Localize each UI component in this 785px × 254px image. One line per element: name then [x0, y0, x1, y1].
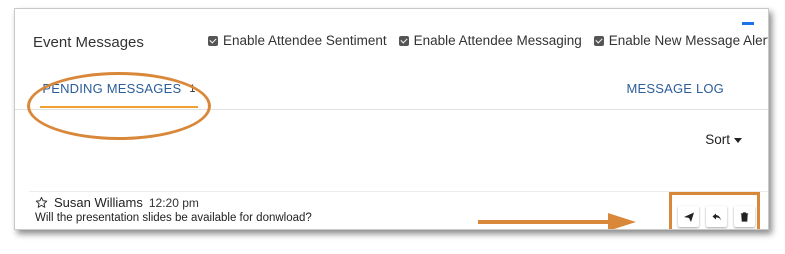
accent-bar	[742, 22, 754, 25]
reply-button[interactable]	[706, 206, 727, 227]
event-messages-panel: Event Messages Enable Attendee Sentiment…	[14, 8, 769, 230]
option-label: Enable New Message Alert	[608, 33, 769, 48]
option-attendee-messaging[interactable]: Enable Attendee Messaging	[398, 33, 582, 48]
sort-dropdown[interactable]: Sort	[705, 132, 742, 147]
message-author: Susan Williams	[54, 195, 143, 210]
trash-icon	[740, 211, 749, 222]
option-attendee-sentiment[interactable]: Enable Attendee Sentiment	[208, 33, 387, 48]
send-icon	[683, 212, 694, 222]
caret-down-icon	[734, 138, 742, 143]
option-label: Enable Attendee Sentiment	[223, 33, 387, 48]
sort-label: Sort	[705, 132, 730, 147]
send-button[interactable]	[678, 206, 699, 227]
tab-pending-messages[interactable]: PENDING MESSAGES 1	[40, 71, 198, 108]
tab-pending-label: PENDING MESSAGES	[42, 81, 182, 96]
message-text: Will the presentation slides be availabl…	[35, 212, 312, 224]
pending-count-badge: 1	[189, 82, 196, 95]
tab-message-log[interactable]: MESSAGE LOG	[626, 81, 724, 96]
arrow-icon	[478, 213, 636, 229]
reply-icon	[712, 213, 721, 220]
option-new-message-alert[interactable]: Enable New Message Alert	[593, 33, 769, 48]
message-time: 12:20 pm	[148, 195, 199, 210]
checkbox-new-message-alert[interactable]	[593, 35, 604, 46]
option-label: Enable Attendee Messaging	[413, 33, 582, 48]
message-actions	[678, 206, 755, 227]
delete-button[interactable]	[734, 206, 755, 227]
checkbox-attendee-messaging[interactable]	[398, 35, 409, 46]
panel-title: Event Messages	[33, 34, 144, 51]
tab-bar: PENDING MESSAGES 1 MESSAGE LOG	[15, 71, 768, 110]
options-row: Enable Attendee Sentiment Enable Attende…	[208, 33, 769, 48]
checkbox-attendee-sentiment[interactable]	[208, 35, 218, 46]
message-header: Susan Williams 12:20 pm	[35, 195, 312, 210]
message-item: Susan Williams 12:20 pm Will the present…	[35, 195, 312, 224]
star-icon[interactable]	[35, 196, 48, 209]
divider	[29, 191, 768, 192]
